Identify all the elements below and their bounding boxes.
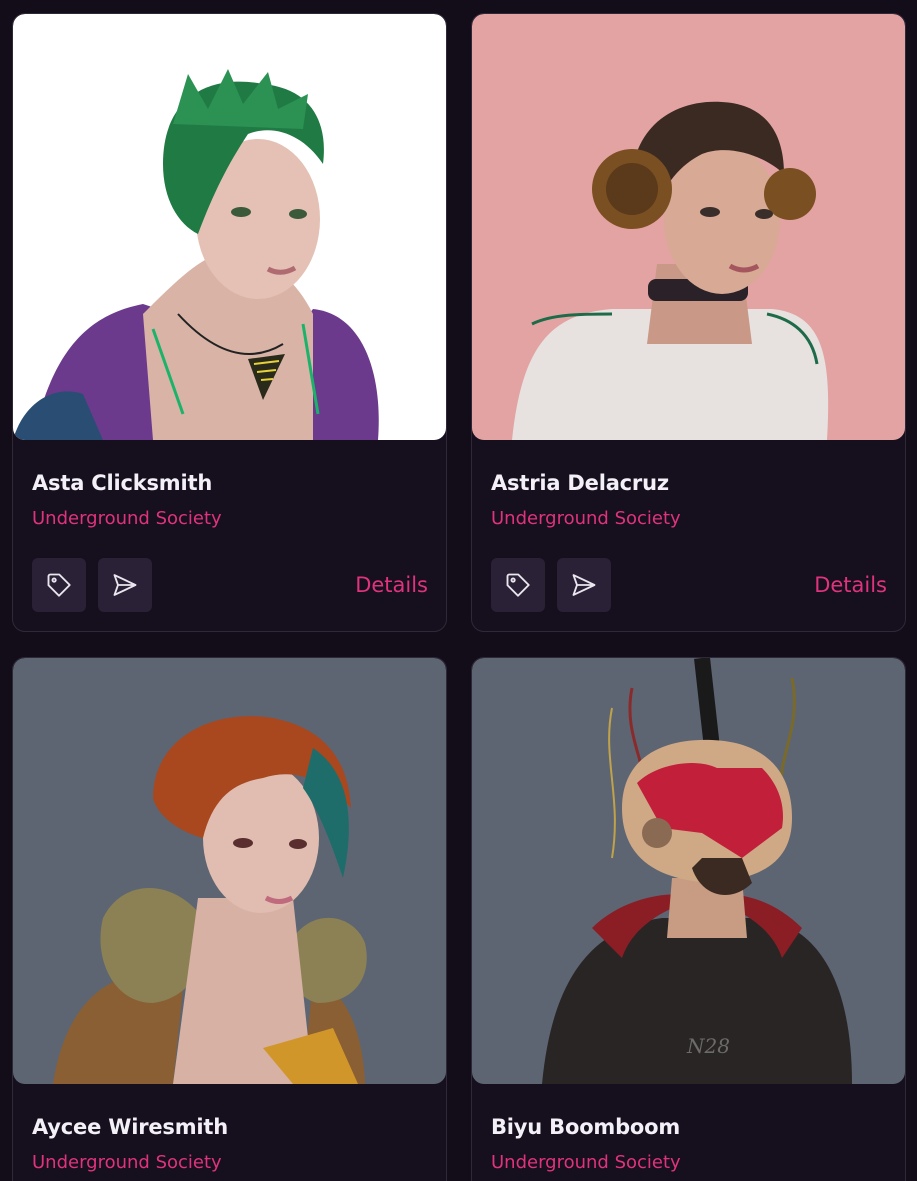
character-portrait[interactable]	[472, 14, 905, 440]
send-icon	[113, 574, 137, 596]
character-name: Astria Delacruz	[491, 471, 669, 495]
character-name: Asta Clicksmith	[32, 471, 213, 495]
send-button[interactable]	[557, 558, 611, 612]
portrait-image	[472, 14, 905, 440]
details-link[interactable]: Details	[814, 573, 887, 597]
character-faction: Underground Society	[32, 1152, 222, 1173]
character-card[interactable]: N28 Biyu Boomboom Underground Society	[471, 657, 906, 1181]
character-portrait[interactable]	[13, 14, 446, 440]
send-button[interactable]	[98, 558, 152, 612]
portrait-image	[13, 658, 446, 1084]
character-portrait[interactable]: N28	[472, 658, 905, 1084]
character-faction: Underground Society	[32, 508, 222, 529]
tag-icon	[47, 573, 71, 597]
character-faction: Underground Society	[491, 508, 681, 529]
tag-button[interactable]	[32, 558, 86, 612]
portrait-image	[13, 14, 446, 440]
character-card[interactable]: Aycee Wiresmith Underground Society	[12, 657, 447, 1181]
character-card[interactable]: Astria Delacruz Underground Society Deta…	[471, 13, 906, 632]
character-card-grid: Asta Clicksmith Underground Society Deta…	[0, 0, 917, 1181]
portrait-image: N28	[472, 658, 905, 1084]
character-faction: Underground Society	[491, 1152, 681, 1173]
character-portrait[interactable]	[13, 658, 446, 1084]
card-actions: Details	[32, 558, 428, 612]
card-actions: Details	[491, 558, 887, 612]
character-name: Aycee Wiresmith	[32, 1115, 228, 1139]
tag-button[interactable]	[491, 558, 545, 612]
details-link[interactable]: Details	[355, 573, 428, 597]
character-card[interactable]: Asta Clicksmith Underground Society Deta…	[12, 13, 447, 632]
send-icon	[572, 574, 596, 596]
tag-icon	[506, 573, 530, 597]
svg-text:N28: N28	[686, 1034, 730, 1058]
character-name: Biyu Boomboom	[491, 1115, 681, 1139]
